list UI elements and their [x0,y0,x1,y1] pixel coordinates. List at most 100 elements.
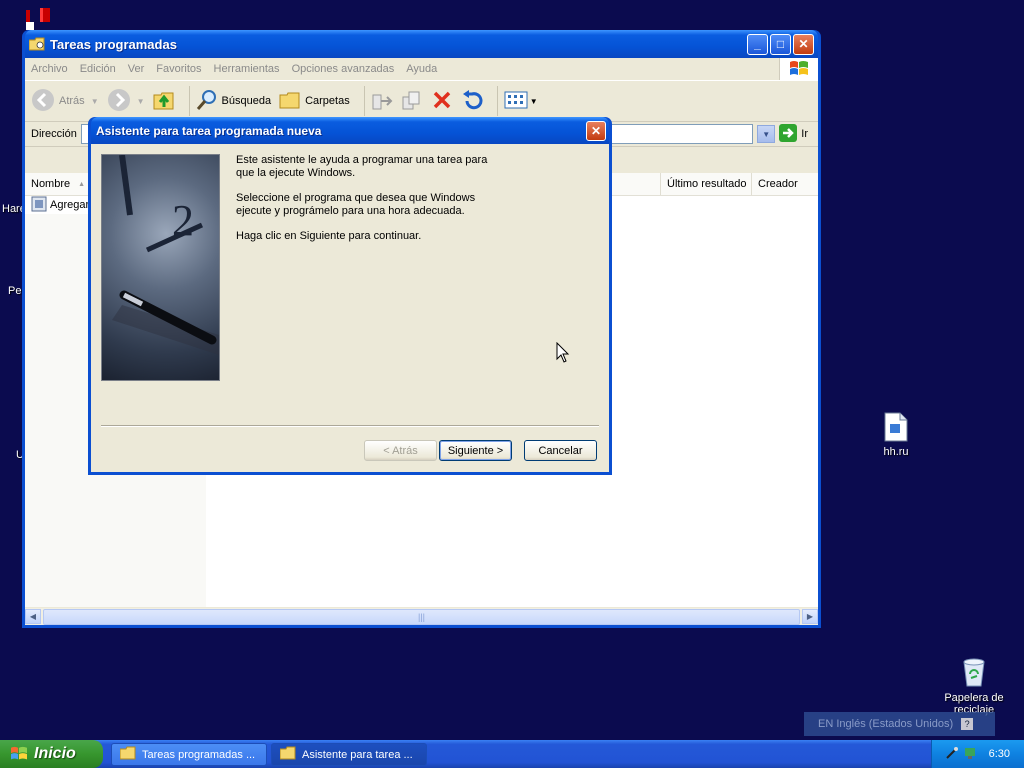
desktop-icon-hhru[interactable]: hh.ru [856,412,936,458]
taskbar-item-scheduled-tasks[interactable]: Tareas programadas ... [111,743,267,766]
system-tray: 6:30 [931,740,1024,768]
taskbar: Inicio Tareas programadas ... Asistente … [0,740,1024,768]
scroll-left-button[interactable]: ◀ [25,609,41,624]
folders-button[interactable]: Carpetas [279,90,350,113]
menu-ver[interactable]: Ver [122,63,151,75]
scroll-right-button[interactable]: ▶ [802,609,818,624]
grip-icon: ||| [417,611,425,622]
chevron-left-icon: ◀ [29,612,37,621]
search-button[interactable]: Búsqueda [196,89,272,114]
folder-icon [119,746,136,763]
desktop-icon-recycle-bin[interactable]: Papelera de reciclaje [934,656,1014,716]
forward-button[interactable]: ▼ [107,88,145,115]
mouse-cursor-icon [556,341,570,364]
new-task-wizard-dialog: Asistente para tarea programada nueva ✕ … [88,117,612,475]
go-button[interactable]: Ir [779,123,808,145]
column-header-name[interactable]: Nombre ▲ [25,173,95,195]
copy-to-button[interactable] [401,89,423,114]
move-to-button[interactable] [371,89,393,114]
wizard-description: Este asistente le ayuda a programar una … [236,154,496,255]
chevron-down-icon: ▼ [529,96,538,106]
dialog-separator [101,425,599,427]
toolbar-separator [363,86,365,116]
close-button[interactable]: ✕ [793,33,814,55]
column-last-result-label: Último resultado [667,178,747,190]
horizontal-scrollbar[interactable]: ◀ ||| ▶ [25,608,818,625]
back-button[interactable]: Atrás ▼ [31,88,99,115]
up-folder-button[interactable] [153,89,175,114]
wizard-paragraph: Haga clic en Siguiente para continuar. [236,230,422,242]
address-label: Dirección [31,128,77,140]
folders-icon [279,90,301,113]
tray-network-icon[interactable] [963,746,977,763]
sort-arrow-icon: ▲ [78,180,86,188]
clock[interactable]: 6:30 [989,748,1010,760]
move-to-icon [371,89,393,114]
next-button[interactable]: Siguiente > [439,440,512,461]
minimize-button[interactable]: _ [747,33,768,55]
column-header-last-result[interactable]: Último resultado [660,173,752,195]
desktop-top-icon[interactable] [24,8,54,30]
window-titlebar[interactable]: Tareas programadas _ □ ✕ [25,30,818,58]
dialog-title: Asistente para tarea programada nueva [96,123,322,138]
wizard-clock-pen-image: 2 [101,154,220,381]
menu-ayuda[interactable]: Ayuda [400,63,443,75]
recycle-bin-icon [958,656,990,688]
window-title: Tareas programadas [50,36,177,52]
language-bar[interactable]: EN Inglés (Estados Unidos) ? [804,712,995,736]
toolbar-separator [188,86,190,116]
start-button[interactable]: Inicio [0,740,103,768]
standard-toolbar: Atrás ▼ ▼ Búsqueda Carpetas ▼ [25,81,818,122]
minimize-icon: _ [754,37,761,51]
taskbar-item-wizard[interactable]: Asistente para tarea ... [271,743,427,766]
menu-herramientas[interactable]: Herramientas [208,63,286,75]
list-item-label: Agregar [50,199,90,211]
toolbar-separator [496,86,498,116]
windows-flag-icon [10,746,28,762]
back-arrow-icon [31,88,55,115]
maximize-button[interactable]: □ [770,33,791,55]
svg-text:2: 2 [172,196,194,245]
dialog-body: 2 Este asistente le ayuda a programar un… [91,144,609,472]
folders-label: Carpetas [305,95,350,107]
address-dropdown-button[interactable]: ▼ [757,125,776,143]
chevron-down-icon: ▼ [90,96,99,106]
back-wizard-button[interactable]: < Atrás [364,440,437,461]
chevron-down-icon: ▼ [136,96,145,106]
taskbar-item-label: Tareas programadas ... [142,748,256,761]
maximize-icon: □ [776,37,785,51]
tray-tools-icon[interactable] [945,746,959,763]
undo-icon [461,89,483,114]
menu-favoritos[interactable]: Favoritos [150,63,207,75]
go-arrow-icon [779,123,798,145]
menu-bar: Archivo Edición Ver Favoritos Herramient… [25,58,818,81]
copy-to-icon [401,89,423,114]
menu-edicion[interactable]: Edición [74,63,122,75]
wizard-paragraph: Seleccione el programa que desea que Win… [236,192,476,217]
dialog-titlebar[interactable]: Asistente para tarea programada nueva ✕ [91,117,609,144]
go-label: Ir [801,128,808,140]
windows-logo-icon [779,58,818,80]
chevron-down-icon: ▼ [762,129,771,139]
scroll-thumb[interactable]: ||| [43,608,800,625]
text-file-icon [884,412,908,442]
column-creator-label: Creador [758,178,798,190]
cancel-button[interactable]: Cancelar [524,440,597,461]
search-label: Búsqueda [221,95,272,107]
back-label: Atrás [59,95,85,107]
column-name-label: Nombre [31,178,71,190]
taskbar-item-label: Asistente para tarea ... [302,748,413,761]
menu-archivo[interactable]: Archivo [25,63,74,75]
column-header-creator[interactable]: Creador [752,173,818,195]
desktop-icon-label: hh.ru [883,446,909,458]
dialog-close-button[interactable]: ✕ [586,120,606,141]
views-icon [504,90,528,113]
up-folder-icon [153,89,175,114]
delete-button[interactable] [431,89,453,114]
close-icon: ✕ [590,123,602,138]
close-icon: ✕ [798,37,809,51]
help-icon: ? [961,718,974,730]
views-button[interactable]: ▼ [504,90,538,113]
undo-button[interactable] [461,89,483,114]
menu-opciones-avanzadas[interactable]: Opciones avanzadas [286,63,401,75]
